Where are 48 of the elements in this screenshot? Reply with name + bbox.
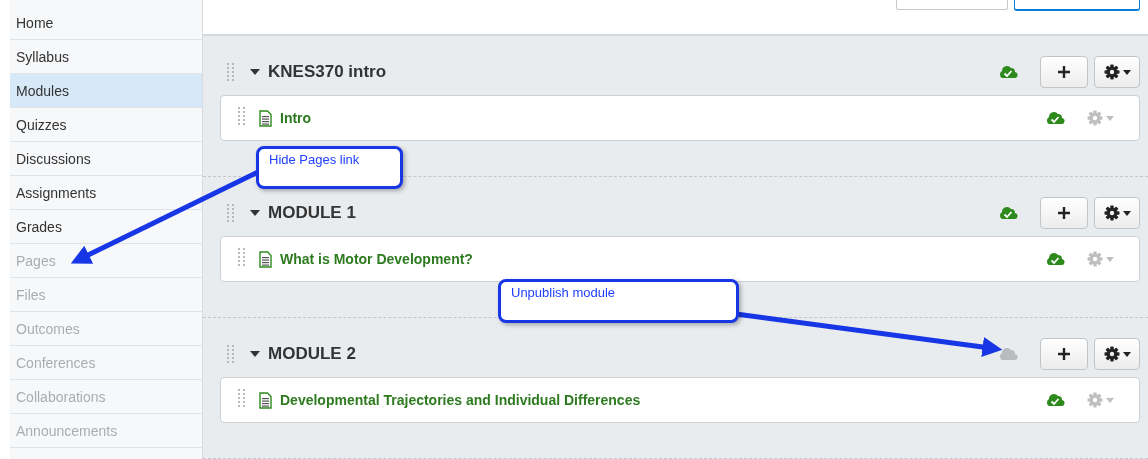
nav-link[interactable]: Modules (10, 74, 202, 108)
drag-handle-icon[interactable] (226, 63, 234, 81)
nav-link[interactable]: Discussions (10, 142, 202, 176)
unpublished-cloud-icon[interactable] (998, 347, 1018, 361)
settings-icon (1103, 346, 1120, 362)
document-icon (259, 250, 272, 268)
settings-button[interactable] (1094, 338, 1140, 370)
caret-icon (1122, 210, 1131, 216)
plus-icon (1057, 347, 1071, 361)
module-title: MODULE 2 (268, 344, 357, 364)
caret-icon[interactable] (250, 210, 260, 216)
settings-icon (1103, 64, 1120, 80)
caret-icon (1122, 351, 1131, 357)
module-title: MODULE 1 (268, 203, 357, 223)
settings-button[interactable] (1094, 197, 1140, 229)
published-cloud-icon[interactable] (998, 65, 1018, 79)
module-title: KNES370 intro (268, 62, 388, 82)
drag-handle-icon[interactable] (237, 248, 245, 266)
item-link[interactable]: Developmental Trajectories and Individual Differences (280, 392, 1037, 408)
nav-link[interactable]: Quizzes (10, 108, 202, 142)
add-item-button[interactable] (1040, 197, 1088, 229)
settings-button[interactable] (1094, 56, 1140, 88)
item-link[interactable]: Intro (280, 110, 1037, 126)
callout-note: Unpublish module (498, 279, 739, 323)
published-cloud-icon[interactable] (1045, 393, 1065, 407)
header-button[interactable] (1014, 0, 1140, 11)
drag-handle-icon[interactable] (226, 204, 234, 222)
plus-icon (1057, 65, 1071, 79)
published-cloud-icon[interactable] (1045, 111, 1065, 125)
caret-icon (1122, 69, 1131, 75)
nav-link[interactable]: Grades (10, 210, 202, 244)
caret-icon[interactable] (250, 69, 260, 75)
nav-link[interactable]: Home (10, 6, 202, 40)
drag-handle-icon[interactable] (237, 389, 245, 407)
add-item-button[interactable] (1040, 56, 1088, 88)
callout-note: Hide Pages link (256, 146, 403, 189)
published-cloud-icon[interactable] (998, 206, 1018, 220)
caret-icon[interactable] (250, 351, 260, 357)
drag-handle-icon[interactable] (237, 107, 245, 125)
settings-icon (1103, 205, 1120, 221)
plus-icon (1057, 206, 1071, 220)
document-icon (259, 109, 272, 127)
nav-link[interactable]: Assignments (10, 176, 202, 210)
published-cloud-icon[interactable] (1045, 252, 1065, 266)
item-link[interactable]: What is Motor Development? (280, 251, 1037, 267)
drag-handle-icon[interactable] (226, 345, 234, 363)
add-item-button[interactable] (1040, 338, 1088, 370)
document-icon (259, 391, 272, 409)
